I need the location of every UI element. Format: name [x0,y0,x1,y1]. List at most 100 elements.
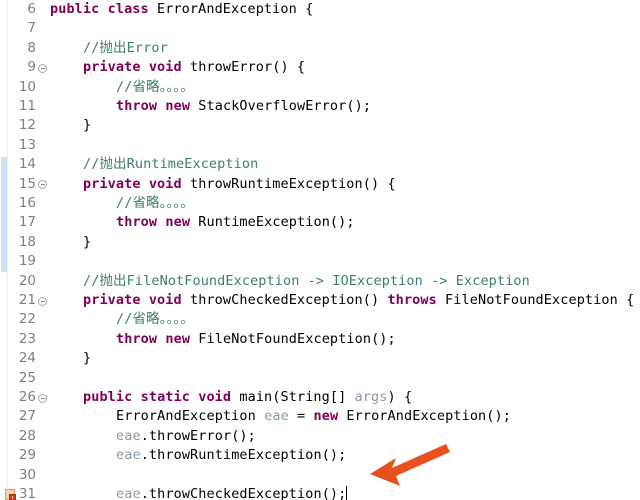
code-line[interactable]: 10 //省略。。。。 [0,78,640,97]
code-editor[interactable]: 6 public class ErrorAndException { 7 8 //抛出E… [0,0,640,500]
code-line[interactable]: 17 throw new RuntimeException(); [0,213,640,232]
line-number: 7 [27,20,36,37]
code-line[interactable]: 13 [0,136,640,155]
token-plain: ErrorAndException [116,408,265,425]
code-text[interactable]: throw new RuntimeException(); [116,213,355,232]
code-text[interactable]: } [83,233,91,252]
token-group: eae.throwRuntimeException(); [116,447,346,463]
line-number: 21 [18,292,36,308]
code-line[interactable]: 15 private void throwRuntimeException() { [0,175,640,194]
code-line[interactable]: 11 throw new StackOverflowError(); [0,97,640,116]
code-text[interactable]: private void throwRuntimeException() { [83,175,396,194]
token-kw: public [83,389,133,405]
fold-collapse-icon[interactable] [38,180,47,190]
token-group: throw new StackOverflowError(); [116,98,371,114]
token-plain: .throwError(); [140,427,256,444]
code-line[interactable]: 31 eae.throwCheckedException(); [0,485,640,500]
code-text[interactable]: throw new StackOverflowError(); [116,97,371,116]
token-kw: throw [116,214,158,231]
line-number: 8 [27,39,36,56]
code-line[interactable]: 22 //省略。。。。 [0,310,640,329]
fold-collapse-icon[interactable] [38,296,47,306]
code-line[interactable]: 23 throw new FileNotFoundException(); [0,330,640,349]
code-line[interactable]: 20 //抛出FileNotFoundException -> IOExcepti… [0,272,640,291]
line-number: 11 [18,98,36,114]
code-text[interactable]: private void throwCheckedException() thr… [83,291,634,310]
code-line[interactable]: 7 [0,19,640,38]
token-plain: FileNotFoundException { [436,292,635,308]
code-line[interactable]: 14 //抛出RuntimeException [0,155,640,174]
code-text[interactable]: //抛出FileNotFoundException -> IOException… [83,272,530,291]
token-group: //抛出Error [83,40,168,56]
token-plain: FileNotFoundException(); [190,330,396,347]
line-number: 16 [18,195,36,211]
code-line[interactable]: 28 eae.throwError(); [0,427,640,446]
token-kw: static [140,389,190,405]
code-text[interactable]: //省略。。。。 [116,78,194,97]
token-group: //抛出RuntimeException [83,156,258,172]
token-plain: RuntimeException(); [190,214,355,231]
line-number: 20 [18,272,36,289]
token-group: ErrorAndException eae = new ErrorAndExce… [116,408,511,424]
token-kw: throw [116,330,158,347]
line-number: 28 [18,427,36,444]
token-plain: ) { [387,389,413,405]
token-kw: throws [387,292,437,308]
code-line[interactable]: 6 public class ErrorAndException { [0,0,640,19]
code-line[interactable]: 24} [0,349,640,368]
code-text[interactable]: eae.throwCheckedException(); [116,485,348,500]
fold-collapse-icon[interactable] [38,393,47,403]
line-number: 23 [18,330,36,347]
line-number: 6 [27,1,36,17]
code-line[interactable]: 27 ErrorAndException eae = new ErrorAndEx… [0,407,640,426]
code-line[interactable]: 16 //省略。。。。 [0,194,640,213]
code-text[interactable]: eae.throwError(); [116,427,256,446]
token-group: private void throwCheckedException() thr… [83,292,634,308]
token-kw: void [148,175,182,192]
code-line[interactable]: 21 private void throwCheckedException() t… [0,291,640,310]
line-number: 9 [27,59,36,76]
token-group: //抛出FileNotFoundException -> IOException… [83,273,530,289]
token-kw: void [148,59,182,76]
code-line[interactable]: 9 private void throwError() { [0,58,640,77]
code-line[interactable]: 12} [0,116,640,135]
token-plain: throwError() { [181,59,306,76]
fold-collapse-icon[interactable] [38,63,47,73]
code-text[interactable]: private void throwError() { [83,58,305,77]
code-text[interactable]: //省略。。。。 [116,194,194,213]
code-line[interactable]: 25 [0,369,640,388]
token-kw: new [165,214,191,231]
code-text[interactable]: throw new FileNotFoundException(); [116,330,396,349]
code-line[interactable]: 8 //抛出Error [0,39,640,58]
code-text[interactable]: //抛出RuntimeException [83,155,258,174]
token-var: args [354,389,388,405]
token-kw: private [83,175,141,192]
line-number: 10 [18,78,36,95]
code-text[interactable]: //省略。。。。 [116,310,194,329]
code-text[interactable]: } [83,116,91,135]
code-line[interactable]: 19 [0,252,640,271]
token-group: } [83,350,91,366]
token-plain: .throwCheckedException(); [140,486,347,500]
code-line[interactable]: 30 [0,466,640,485]
token-cmt: //省略。。。。 [116,311,194,328]
code-line[interactable]: 18} [0,233,640,252]
token-kw: void [198,389,232,405]
line-number: 29 [18,447,36,464]
line-number: 15 [18,175,36,192]
code-text[interactable]: public static void main(String[] args) { [83,388,412,407]
token-plain: ErrorAndException(); [338,408,511,425]
code-line[interactable]: 29 eae.throwRuntimeException(); [0,446,640,465]
code-text[interactable]: //抛出Error [83,39,168,58]
code-text[interactable]: ErrorAndException eae = new ErrorAndExce… [116,407,511,426]
token-cmt: //抛出RuntimeException [83,156,259,173]
code-line[interactable]: 26 public static void main(String[] args)… [0,388,640,407]
code-text[interactable]: } [83,349,91,368]
error-marker-icon[interactable] [5,488,18,500]
code-text[interactable]: public class ErrorAndException { [50,0,313,19]
token-var: eae [264,408,289,425]
token-group: eae.throwError(); [116,428,256,444]
code-text[interactable]: eae.throwRuntimeException(); [116,446,346,465]
